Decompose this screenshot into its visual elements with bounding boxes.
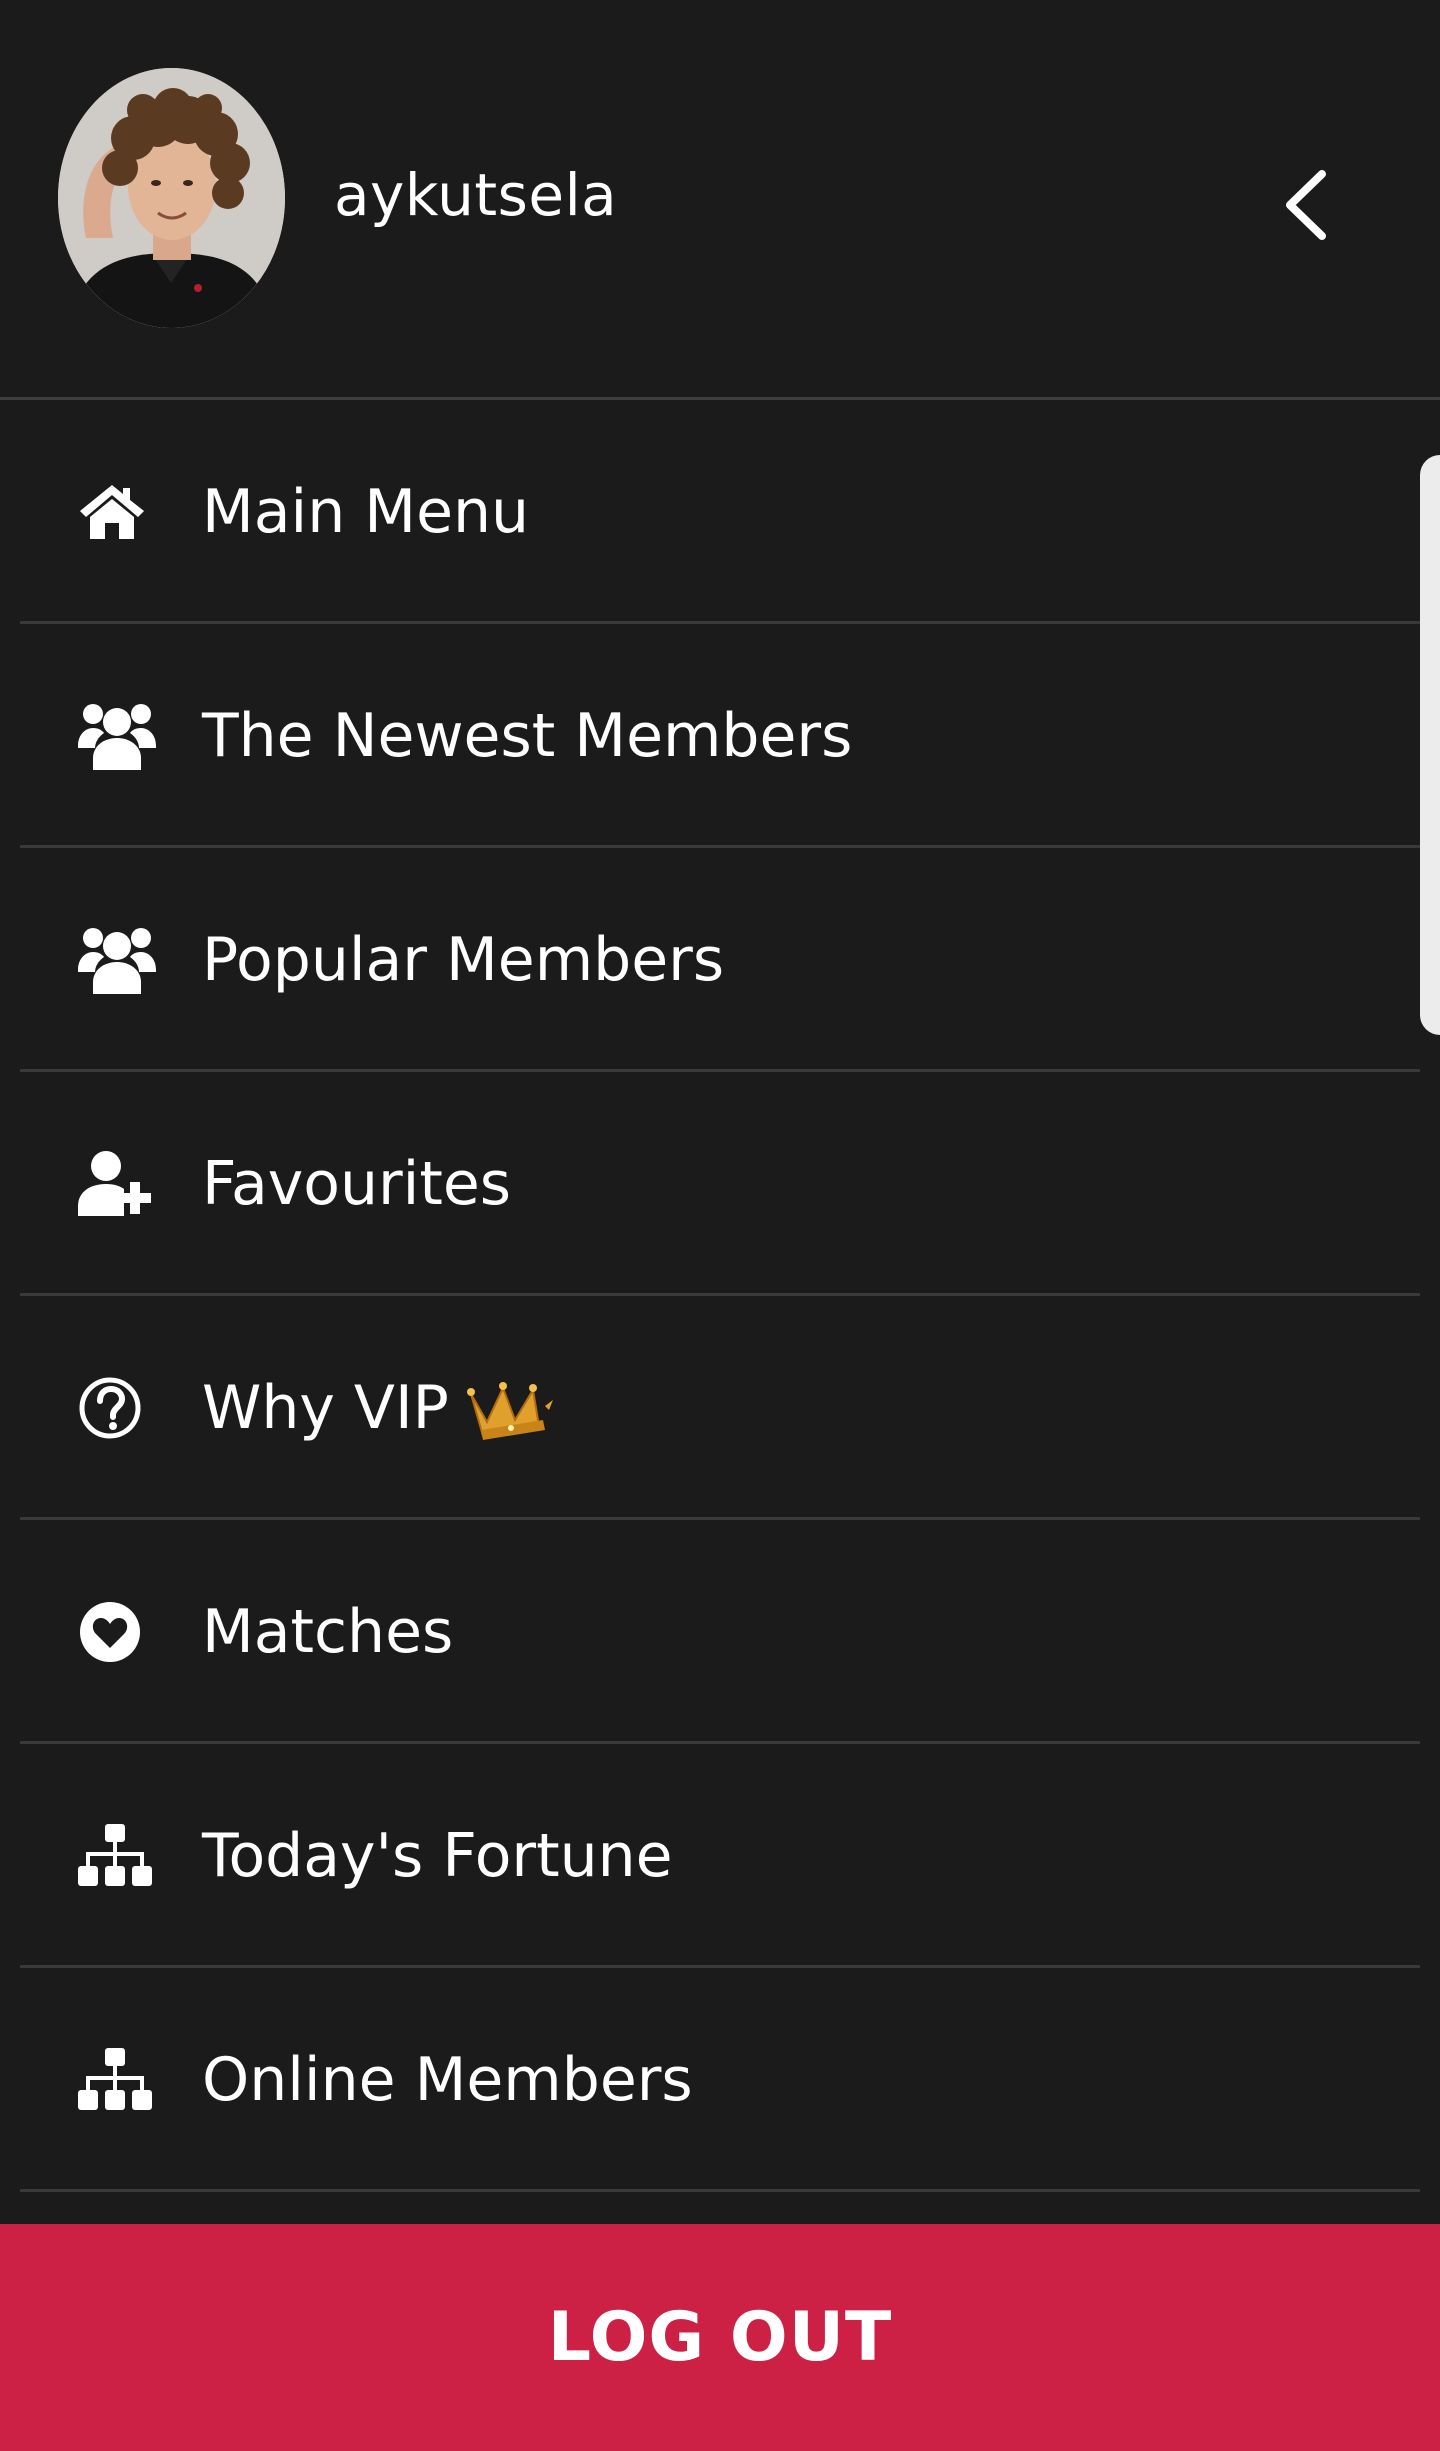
menu-item-main-menu[interactable]: Main Menu xyxy=(0,400,1440,624)
drawer-header: aykutsela xyxy=(0,0,1440,400)
why-vip-text: Why VIP xyxy=(202,1373,449,1443)
crown-icon xyxy=(466,1382,553,1440)
menu-item-label: Today's Fortune xyxy=(202,1821,673,1891)
logout-button[interactable]: LOG OUT xyxy=(0,2224,1440,2451)
close-drawer-button[interactable] xyxy=(1260,150,1350,260)
divider xyxy=(20,2189,1420,2192)
chevron-left-icon xyxy=(1286,170,1326,240)
menu-item-todays-fortune[interactable]: Today's Fortune xyxy=(0,1744,1440,1968)
menu-item-label: The Newest Members xyxy=(202,701,853,771)
profile-photo xyxy=(58,68,285,328)
users-icon xyxy=(78,696,164,776)
menu-item-label: Matches xyxy=(202,1597,454,1667)
edge-panel-handle[interactable] xyxy=(1420,455,1440,1035)
menu-item-popular-members[interactable]: Popular Members xyxy=(0,848,1440,1072)
question-circle-icon xyxy=(78,1368,164,1448)
logout-label: LOG OUT xyxy=(547,2298,893,2377)
menu-item-label: Popular Members xyxy=(202,925,725,995)
username: aykutsela xyxy=(334,161,618,229)
heart-circle-icon xyxy=(78,1592,164,1672)
menu-item-online-members[interactable]: Online Members xyxy=(0,1968,1440,2192)
home-icon xyxy=(78,472,164,552)
sitemap-icon xyxy=(78,1816,164,1896)
menu-item-why-vip[interactable]: Why VIP xyxy=(0,1296,1440,1520)
menu-item-label: Main Menu xyxy=(202,477,530,547)
users-icon xyxy=(78,920,164,1000)
sitemap-icon xyxy=(78,2040,164,2120)
menu-item-matches[interactable]: Matches xyxy=(0,1520,1440,1744)
avatar[interactable] xyxy=(58,68,285,328)
user-plus-icon xyxy=(78,1144,164,1224)
menu-item-newest-members[interactable]: The Newest Members xyxy=(0,624,1440,848)
menu-item-favourites[interactable]: Favourites xyxy=(0,1072,1440,1296)
menu-item-label: Why VIP xyxy=(202,1368,555,1448)
menu-item-label: Online Members xyxy=(202,2045,693,2115)
menu-item-label: Favourites xyxy=(202,1149,512,1219)
menu-list: Main Menu The Newest Members Popular Mem… xyxy=(0,400,1440,2192)
navigation-drawer: aykutsela Main Menu The Newest Members P… xyxy=(0,0,1440,2451)
